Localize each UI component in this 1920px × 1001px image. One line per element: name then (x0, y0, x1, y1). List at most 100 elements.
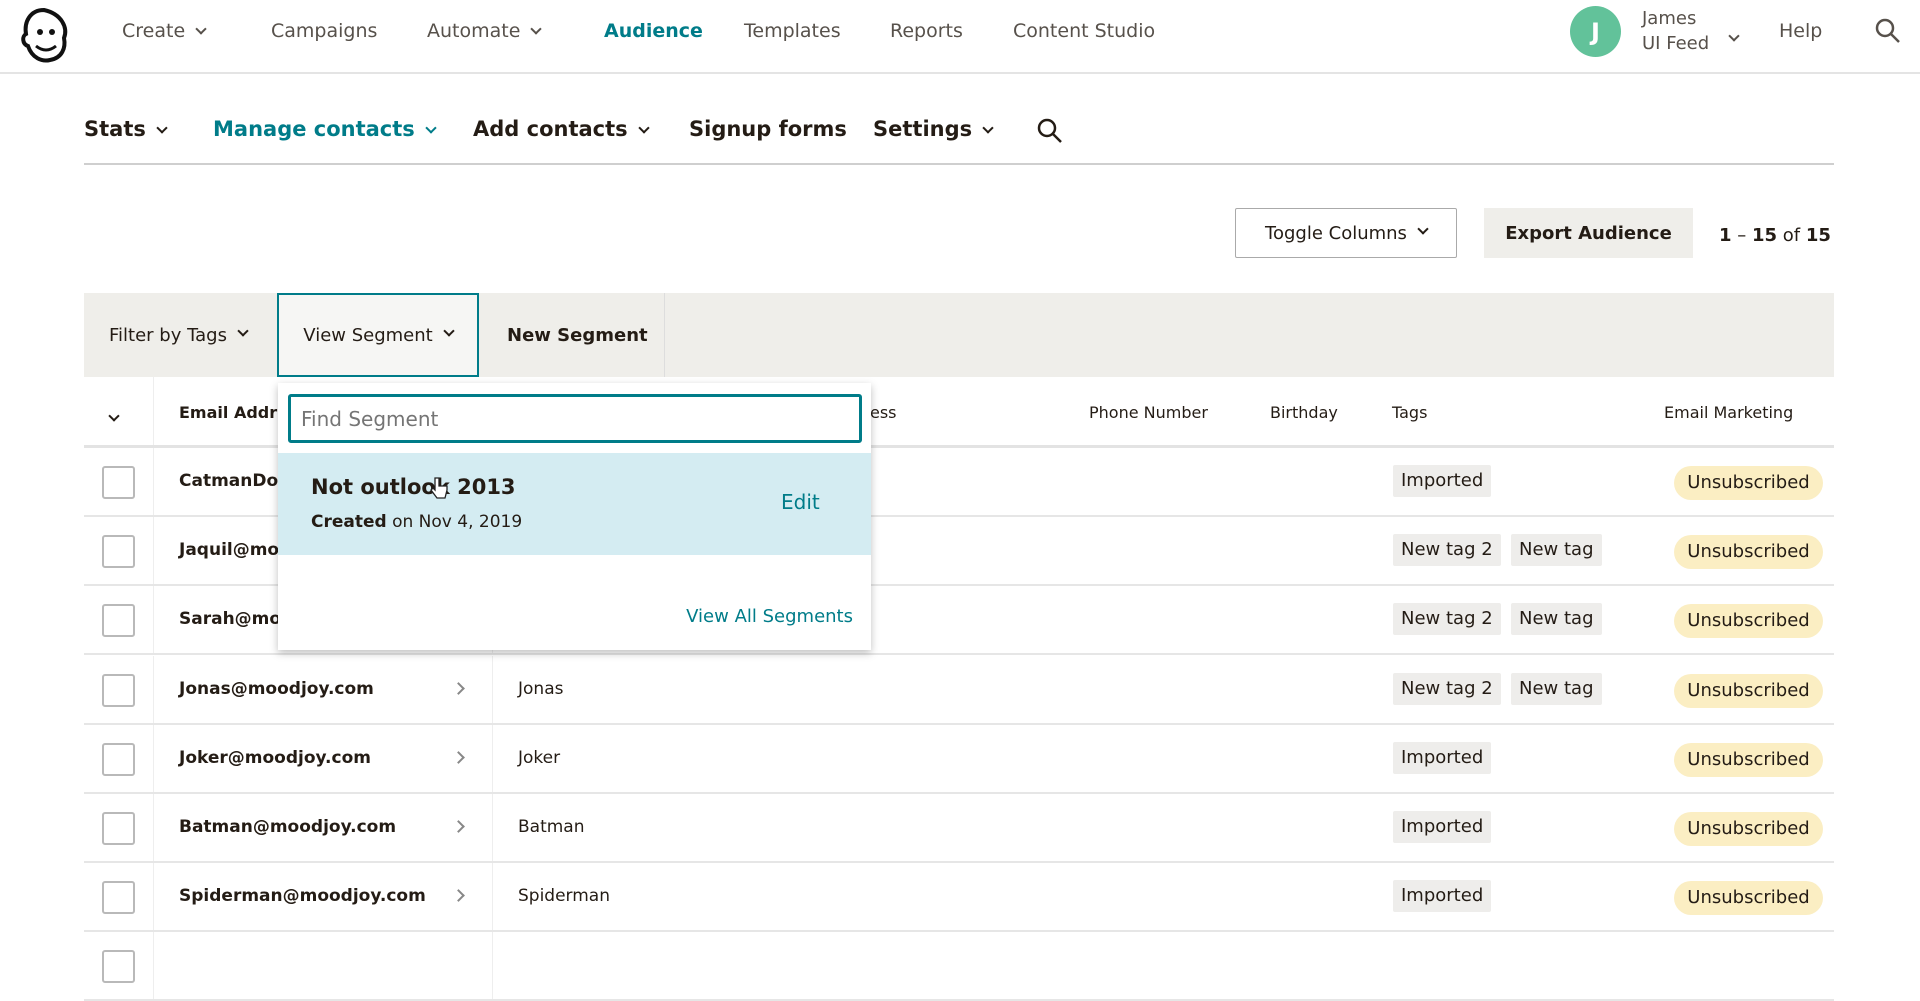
header-birthday[interactable]: Birthday (1270, 403, 1338, 422)
nav-create[interactable]: Create (122, 20, 207, 42)
pagination-range: 1 – 15 of 15 (1719, 225, 1831, 246)
chevron-right-icon[interactable] (452, 820, 465, 833)
tag-badge: New tag 2 (1393, 603, 1501, 636)
nav-label: Automate (427, 20, 521, 42)
table-row[interactable]: Joker@moodjoy.com Joker Imported Unsubscr… (84, 724, 1834, 794)
chevron-down-icon (1417, 223, 1429, 235)
chevron-right-icon[interactable] (452, 681, 465, 695)
table-row[interactable]: Batman@moodjoy.com Batman Imported Unsubs… (84, 794, 1834, 863)
mailchimp-logo[interactable] (18, 6, 70, 64)
row-checkbox[interactable] (102, 673, 135, 707)
subnav-settings[interactable]: Settings (873, 117, 994, 141)
chevron-down-icon (443, 325, 455, 337)
header-email-marketing[interactable]: Email Marketing (1664, 403, 1793, 422)
tag-badge: New tag (1511, 534, 1602, 567)
button-label: Toggle Columns (1265, 222, 1407, 244)
status-badge: Unsubscribed (1674, 881, 1823, 916)
header-address[interactable]: ess (870, 403, 897, 422)
status-badge: Unsubscribed (1674, 466, 1823, 500)
subnav-add-contacts[interactable]: Add contacts (473, 117, 650, 141)
toggle-columns-button[interactable]: Toggle Columns (1235, 208, 1457, 258)
tag-badge: New tag (1511, 672, 1602, 705)
edit-segment-link[interactable]: Edit (781, 490, 820, 514)
select-all-chevron-icon[interactable] (108, 410, 120, 422)
tag-badge: New tag 2 (1393, 534, 1501, 567)
nav-templates[interactable]: Templates (744, 20, 841, 42)
avatar[interactable]: J (1570, 6, 1621, 57)
view-all-segments-link[interactable]: View All Segments (686, 606, 853, 627)
nav-reports[interactable]: Reports (890, 20, 963, 42)
tag-badge: Imported (1393, 741, 1492, 774)
find-segment-input[interactable] (288, 394, 862, 443)
header-phone[interactable]: Phone Number (1089, 403, 1208, 422)
contact-email[interactable]: Batman@moodjoy.com (179, 817, 396, 837)
contact-email[interactable]: Sarah@mo (179, 609, 281, 629)
row-checkbox[interactable] (102, 535, 135, 569)
contact-first-name: Spiderman (518, 886, 610, 907)
export-audience-button[interactable]: Export Audience (1484, 208, 1693, 258)
chevron-down-icon (425, 122, 437, 134)
chevron-down-icon (530, 23, 543, 35)
nav-label: Audience (604, 20, 703, 42)
status-badge: Unsubscribed (1674, 673, 1823, 708)
view-segment-button[interactable]: View Segment (277, 293, 479, 377)
chevron-down-icon (637, 122, 650, 134)
contact-email[interactable]: Joker@moodjoy.com (179, 748, 371, 768)
label: View Segment (303, 324, 433, 346)
row-checkbox[interactable] (102, 742, 135, 776)
contact-email[interactable]: Jonas@moodjoy.com (179, 679, 374, 699)
table-row[interactable]: Spiderman@moodjoy.com Spiderman Imported… (84, 863, 1834, 933)
table-row[interactable]: Jonas@moodjoy.com Jonas New tag 2 New tag… (84, 655, 1834, 725)
chevron-down-icon (982, 122, 994, 134)
filter-by-tags-button[interactable]: Filter by Tags (109, 293, 249, 377)
contact-email[interactable]: CatmanDor (179, 471, 287, 491)
nav-audience[interactable]: Audience (604, 20, 703, 42)
segment-item[interactable]: Not outlook 2013 Created on Nov 4, 2019 … (278, 453, 871, 555)
subnav-label: Add contacts (473, 117, 628, 141)
row-checkbox[interactable] (102, 466, 135, 499)
tag-badge: Imported (1393, 811, 1492, 843)
subnav-stats[interactable]: Stats (84, 117, 168, 141)
segment-created: Created on Nov 4, 2019 (311, 512, 523, 532)
contact-email[interactable]: Jaquil@mo (179, 540, 279, 560)
table-row (84, 932, 1834, 1001)
chevron-down-icon[interactable] (1728, 30, 1740, 42)
row-checkbox[interactable] (102, 812, 135, 845)
search-icon[interactable] (1037, 118, 1063, 144)
user-name: James (1642, 8, 1697, 29)
nav-campaigns[interactable]: Campaigns (271, 20, 377, 42)
nav-content-studio[interactable]: Content Studio (1013, 20, 1155, 42)
subnav-label: Manage contacts (213, 117, 415, 141)
tag-badge: Imported (1393, 880, 1492, 913)
chevron-right-icon[interactable] (452, 889, 465, 903)
subnav-label: Stats (84, 117, 146, 141)
contact-email[interactable]: Spiderman@moodjoy.com (179, 886, 426, 906)
subnav-manage-contacts[interactable]: Manage contacts (213, 117, 437, 141)
subnav-label: Signup forms (689, 117, 847, 141)
nav-automate[interactable]: Automate (427, 20, 543, 42)
nav-label: Reports (890, 20, 963, 42)
row-checkbox[interactable] (102, 604, 135, 638)
account-menu[interactable]: James UI Feed (1642, 6, 1709, 56)
header-email[interactable]: Email Addr (179, 403, 277, 422)
header-tags[interactable]: Tags (1392, 403, 1427, 422)
nav-label: Campaigns (271, 20, 378, 42)
chevron-down-icon (195, 23, 207, 35)
status-badge: Unsubscribed (1674, 535, 1823, 570)
search-icon[interactable] (1875, 18, 1901, 44)
row-checkbox[interactable] (102, 881, 135, 915)
top-navigation: Create Campaigns Automate Audience Templates… (0, 0, 1920, 74)
segment-dropdown: Not outlook 2013 Created on Nov 4, 2019 … (278, 383, 871, 650)
new-segment-button[interactable]: New Segment (507, 293, 648, 377)
status-badge: Unsubscribed (1674, 812, 1823, 846)
segment-name: Not outlook 2013 (311, 475, 516, 499)
chevron-right-icon[interactable] (452, 750, 465, 764)
help-link[interactable]: Help (1779, 20, 1822, 42)
tag-badge: Imported (1393, 465, 1492, 497)
chevron-down-icon (237, 325, 249, 337)
user-org: UI Feed (1642, 33, 1710, 54)
subnav-signup-forms[interactable]: Signup forms (689, 117, 847, 141)
nav-label: Templates (744, 20, 841, 42)
contact-first-name: Jonas (518, 678, 564, 699)
row-checkbox[interactable] (102, 950, 135, 983)
